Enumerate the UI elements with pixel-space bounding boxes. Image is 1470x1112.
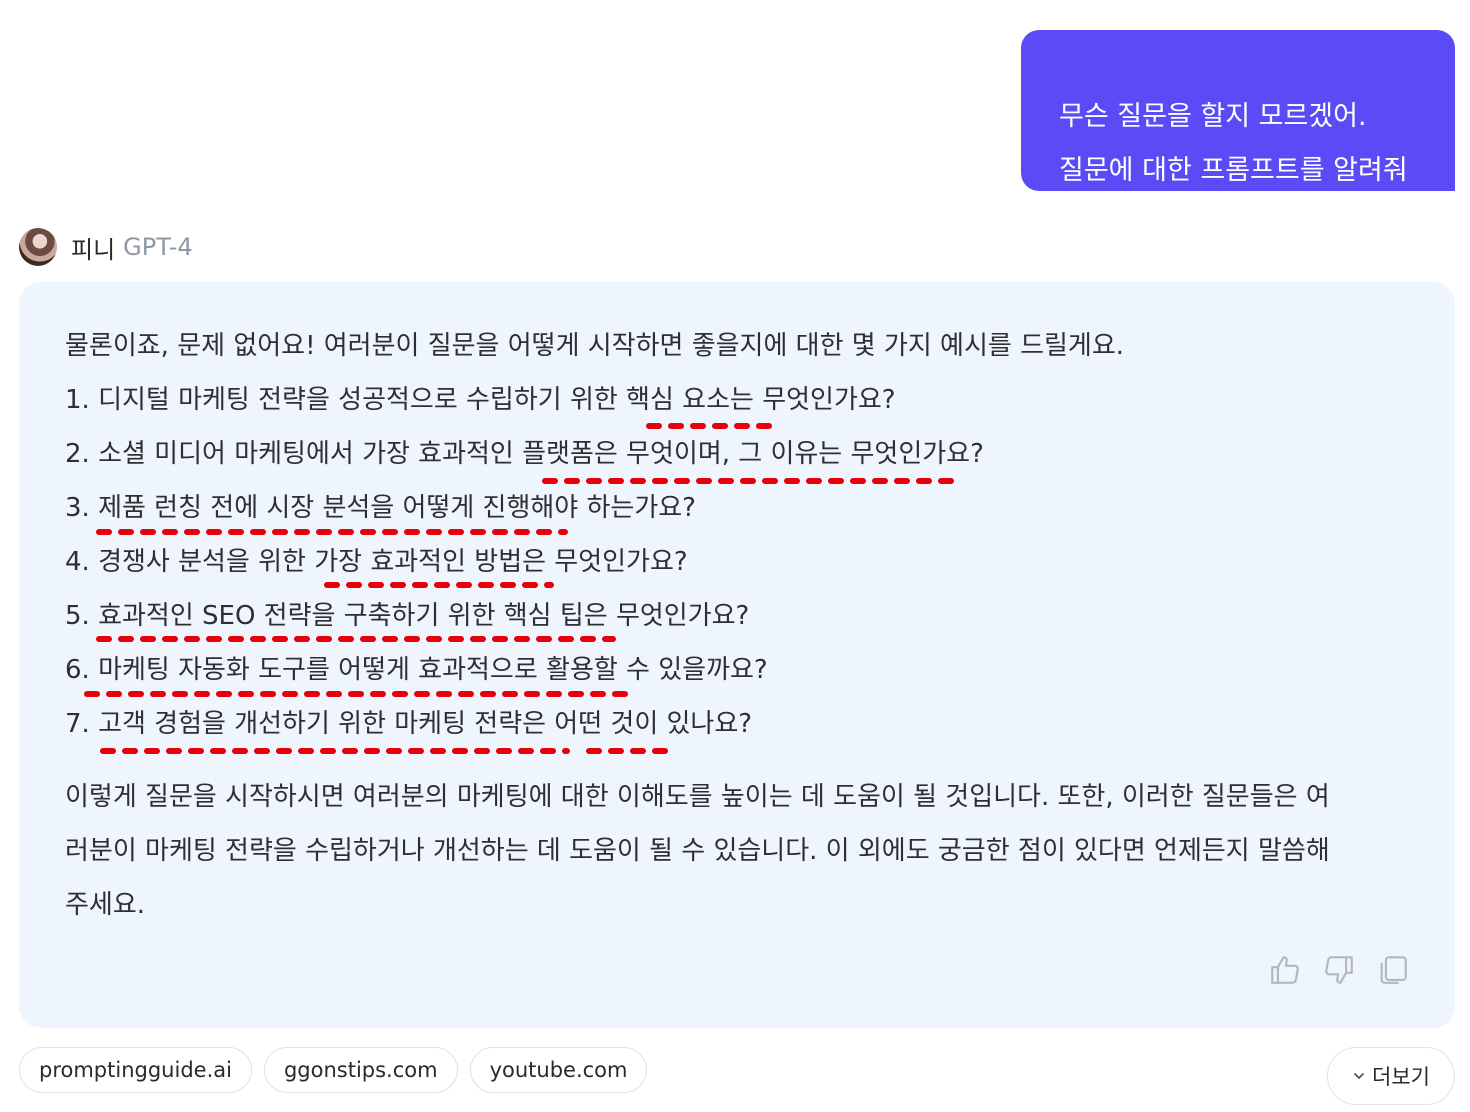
question-item: 7. 고객 경험을 개선하기 위한 마케팅 전략은 어떤 것이 있나요? bbox=[65, 709, 753, 739]
copy-button[interactable] bbox=[1375, 952, 1411, 988]
thumbs-down-icon bbox=[1325, 956, 1353, 984]
answer-outro-line: 러분이 마케팅 전략을 수립하거나 개선하는 데 도움이 될 수 있습니다. 이… bbox=[65, 836, 1330, 866]
copy-icon bbox=[1380, 956, 1407, 984]
more-button[interactable]: 더보기 bbox=[1327, 1047, 1455, 1105]
question-item: 3. 제품 런칭 전에 시장 분석을 어떻게 진행해야 하는가요? bbox=[65, 493, 696, 523]
question-item: 4. 경쟁사 분석을 위한 가장 효과적인 방법은 무엇인가요? bbox=[65, 547, 688, 577]
question-item: 6. 마케팅 자동화 도구를 어떻게 효과적으로 활용할 수 있을까요? bbox=[65, 655, 768, 685]
more-label: 더보기 bbox=[1372, 1065, 1430, 1089]
source-links: promptingguide.ai ggonstips.com youtube.… bbox=[19, 1047, 648, 1093]
thumbs-up-icon bbox=[1271, 956, 1299, 984]
answer-outro-line: 주세요. bbox=[65, 890, 146, 920]
user-message-line: 질문에 대한 프롬프트를 알려줘 bbox=[1059, 155, 1408, 186]
user-message-line: 무슨 질문을 할지 모르겠어. bbox=[1059, 101, 1367, 132]
source-chip[interactable]: promptingguide.ai bbox=[19, 1047, 252, 1093]
assistant-header: 피니 GPT-4 bbox=[19, 227, 193, 267]
chevron-down-icon bbox=[1352, 1069, 1366, 1083]
user-avatar bbox=[19, 228, 57, 266]
answer-outro-line: 이렇게 질문을 시작하시면 여러분의 마케팅에 대한 이해도를 높이는 데 도움… bbox=[65, 782, 1330, 812]
assistant-model: GPT-4 bbox=[123, 233, 193, 261]
answer-actions bbox=[1267, 952, 1411, 988]
user-message-bubble: 무슨 질문을 할지 모르겠어. 질문에 대한 프롬프트를 알려줘 bbox=[1021, 30, 1455, 191]
question-item: 1. 디지털 마케팅 전략을 성공적으로 수립하기 위한 핵심 요소는 무엇인가… bbox=[65, 385, 896, 415]
source-chip[interactable]: ggonstips.com bbox=[263, 1047, 458, 1093]
like-button[interactable] bbox=[1267, 952, 1303, 988]
source-chip[interactable]: youtube.com bbox=[469, 1047, 648, 1093]
answer-intro: 물론이죠, 문제 없어요! 여러분이 질문을 어떻게 시작하면 좋을지에 대한 … bbox=[65, 331, 1125, 361]
question-item: 5. 효과적인 SEO 전략을 구축하기 위한 핵심 팁은 무엇인가요? bbox=[65, 601, 750, 631]
answer-card: 물론이죠, 문제 없어요! 여러분이 질문을 어떻게 시작하면 좋을지에 대한 … bbox=[19, 282, 1455, 1028]
dislike-button[interactable] bbox=[1321, 952, 1357, 988]
assistant-name: 피니 bbox=[71, 235, 116, 264]
question-item: 2. 소셜 미디어 마케팅에서 가장 효과적인 플랫폼은 무엇이며, 그 이유는… bbox=[65, 439, 984, 469]
